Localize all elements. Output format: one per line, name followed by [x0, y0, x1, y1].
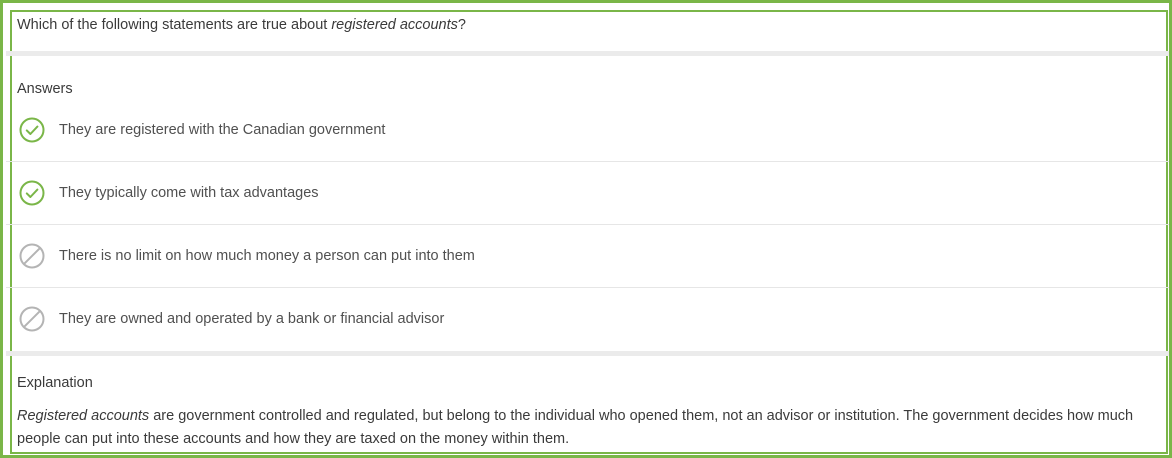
answer-text: There is no limit on how much money a pe…	[59, 248, 475, 264]
answer-text: They are registered with the Canadian go…	[59, 122, 386, 138]
answer-row-2: They typically come with tax advantages	[6, 162, 1169, 225]
explanation-title: Explanation	[17, 375, 93, 391]
section-divider	[6, 51, 1169, 56]
question-text: Which of the following statements are tr…	[17, 17, 466, 33]
answers-title: Answers	[17, 81, 73, 97]
check-circle-icon	[19, 117, 45, 143]
section-divider	[6, 351, 1169, 356]
question-emphasis: registered accounts	[331, 17, 458, 33]
answer-row-4: They are owned and operated by a bank or…	[6, 288, 1169, 351]
explanation-text: are government controlled and regulated,…	[17, 408, 1134, 447]
answer-row-3: There is no limit on how much money a pe…	[6, 225, 1169, 288]
check-circle-icon	[19, 180, 45, 206]
question-suffix: ?	[457, 17, 466, 33]
answer-text: They are owned and operated by a bank or…	[59, 311, 445, 327]
answer-row-1: They are registered with the Canadian go…	[6, 99, 1169, 162]
explanation-emphasis: Registered accounts	[17, 408, 150, 424]
quiz-result-card: Which of the following statements are tr…	[0, 0, 1172, 458]
question-prefix: Which of the following statements are tr…	[17, 17, 332, 33]
prohibited-icon	[19, 306, 45, 332]
answer-text: They typically come with tax advantages	[59, 185, 319, 201]
prohibited-icon	[19, 243, 45, 269]
explanation-body: Registered accounts are government contr…	[17, 405, 1163, 450]
